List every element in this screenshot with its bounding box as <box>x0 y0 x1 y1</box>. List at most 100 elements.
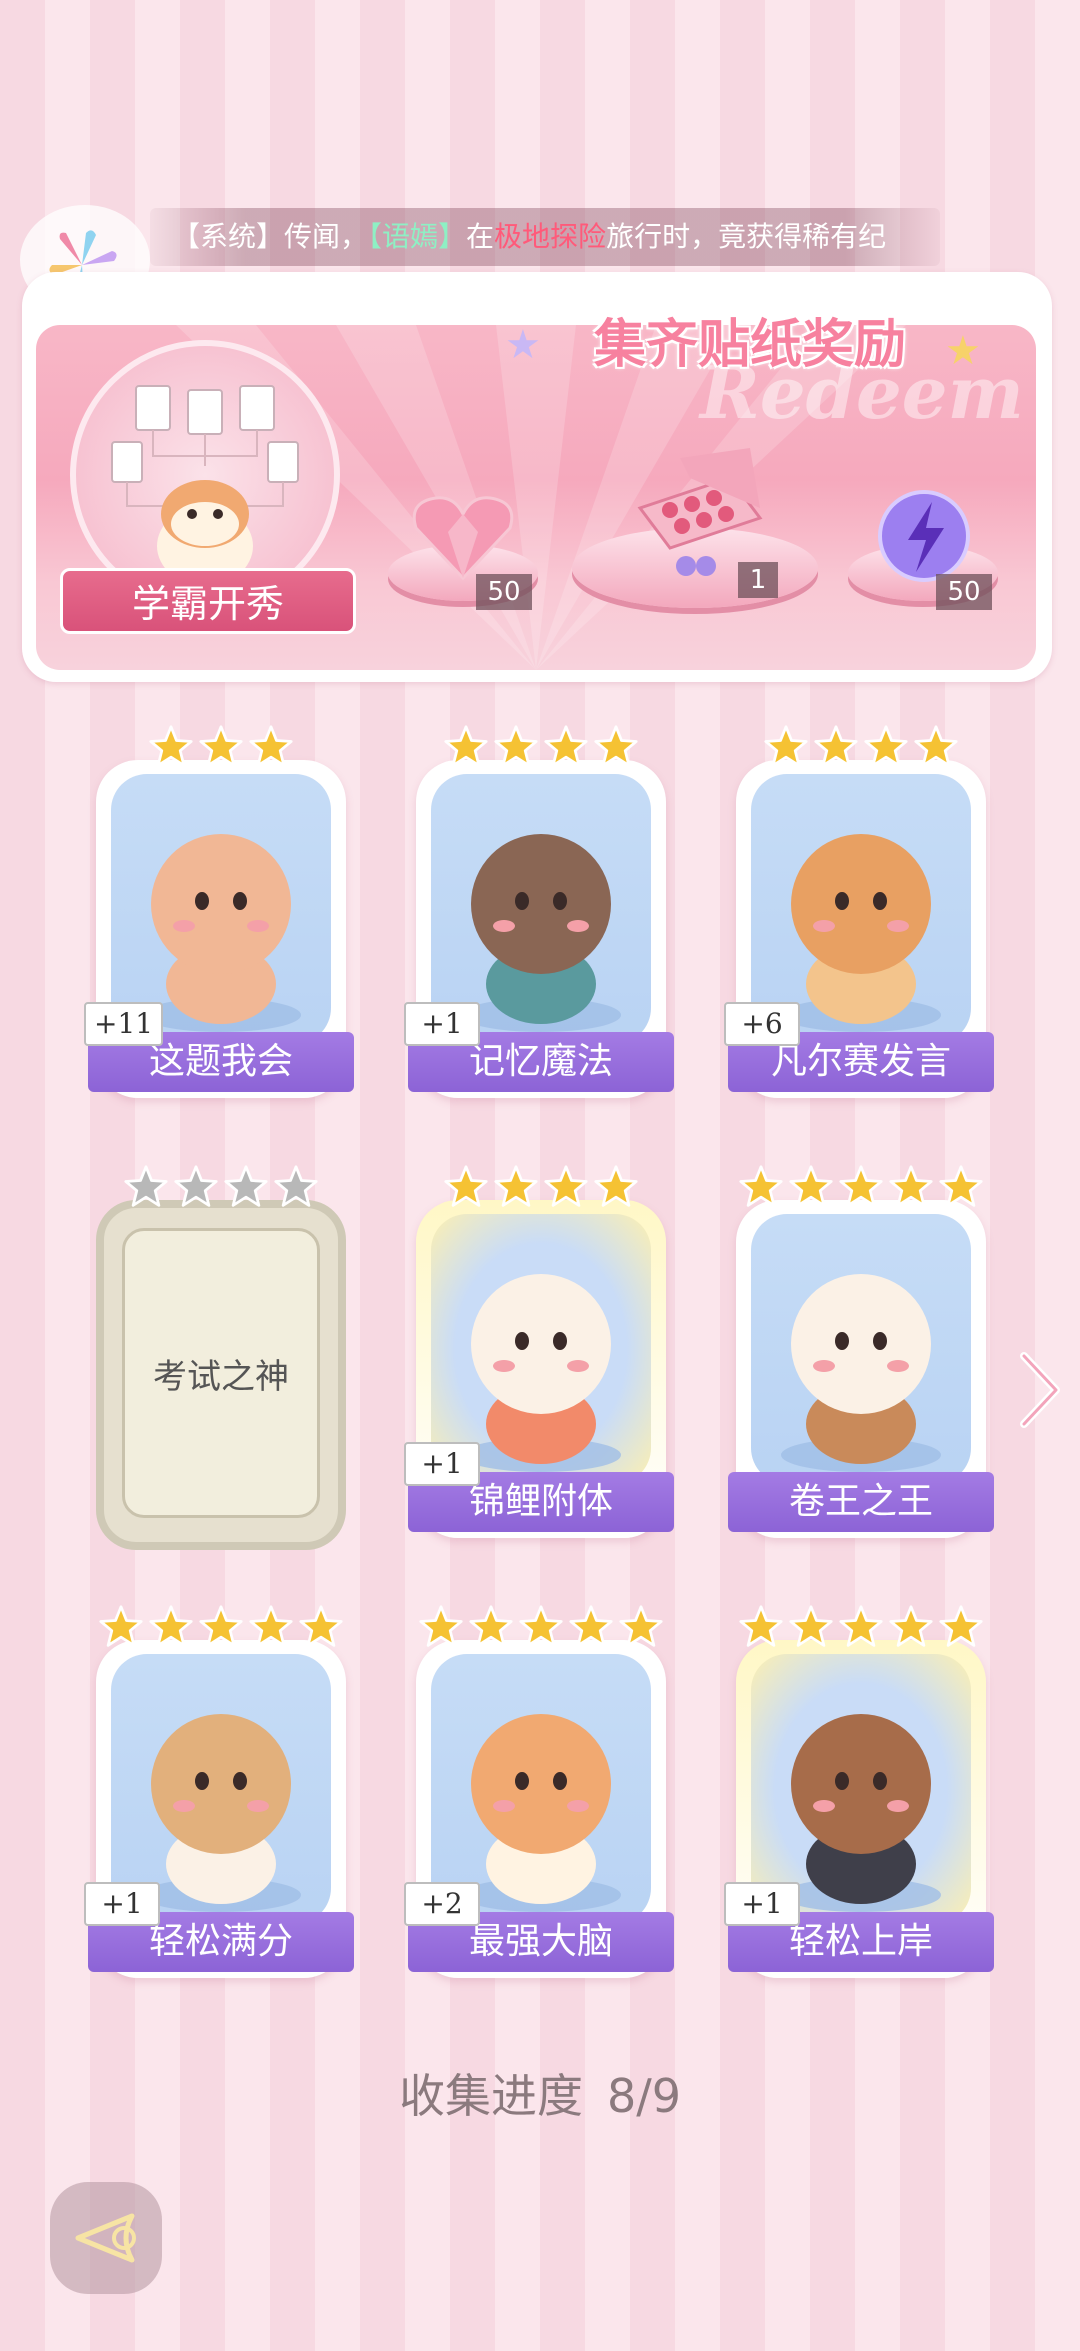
locked-sticker-card[interactable]: 考试之神 <box>96 1200 346 1550</box>
sticker-label: 卷王之王 <box>728 1472 994 1532</box>
sticker-count-badge: +1 <box>84 1882 160 1926</box>
sticker-card-frame: 最强大脑 +2 <box>404 1640 674 1978</box>
star-icon <box>888 1604 934 1650</box>
back-button[interactable] <box>50 2182 162 2294</box>
banner-title: 集齐贴纸奖励 <box>593 315 906 375</box>
character-blush <box>887 1800 909 1812</box>
character-head <box>471 1274 611 1414</box>
star-icon <box>173 1164 219 1210</box>
ticker-prefix: 【系统】传闻， <box>172 220 369 253</box>
character-blush <box>813 1360 835 1372</box>
character-eye <box>835 892 849 910</box>
sticker-count-badge: +11 <box>84 1002 164 1046</box>
ticker-mid: 在 <box>466 220 495 253</box>
ticker-suffix: 旅行时，竟获得稀有纪 <box>606 220 887 253</box>
star-icon <box>788 1164 834 1210</box>
star-rating <box>416 1604 666 1654</box>
character-eye <box>873 892 887 910</box>
star-icon <box>273 1164 319 1210</box>
character-head <box>791 1714 931 1854</box>
character-blush <box>493 920 515 932</box>
character-blush <box>247 920 269 932</box>
character-eye <box>835 1332 849 1350</box>
reward-count: 1 <box>738 562 778 598</box>
character-eye <box>873 1332 887 1350</box>
star-rating <box>736 1604 986 1654</box>
star-icon <box>813 724 859 770</box>
ticker-user: 【语嫣】 <box>368 220 467 253</box>
star-icon <box>863 724 909 770</box>
character-eye <box>515 1772 529 1790</box>
sticker-card[interactable]: 最强大脑 +2 <box>404 1605 674 1978</box>
character-head <box>791 1274 931 1414</box>
star-rating <box>736 724 986 774</box>
sticker-card[interactable]: 这题我会 +11 <box>84 725 354 1098</box>
character-eye <box>195 1772 209 1790</box>
character-eye <box>553 1332 567 1350</box>
gift-box-icon[interactable] <box>620 448 770 578</box>
star-icon <box>938 1164 984 1210</box>
character-head <box>471 834 611 974</box>
star-rating <box>416 724 666 774</box>
system-broadcast-ticker: 【系统】传闻，【语嫣】在极地探险旅行时，竟获得稀有纪 <box>150 208 940 266</box>
star-icon <box>593 1164 639 1210</box>
star-icon <box>98 1604 144 1650</box>
character-blush <box>567 1360 589 1372</box>
progress-value: 8/9 <box>606 2069 682 2123</box>
character-eye <box>195 892 209 910</box>
character-head <box>151 834 291 974</box>
sticker-card[interactable]: 卷王之王 <box>728 1165 994 1538</box>
star-icon <box>763 724 809 770</box>
star-icon <box>248 724 294 770</box>
sticker-label: 考试之神 <box>122 1228 320 1518</box>
sticker-count-badge: +6 <box>724 1002 800 1046</box>
sticker-card-frame: 凡尔赛发言 +6 <box>724 760 994 1098</box>
star-icon <box>738 1604 784 1650</box>
character-eye <box>515 892 529 910</box>
sticker-count-badge: +2 <box>404 1882 480 1926</box>
star-icon <box>493 1164 539 1210</box>
star-icon <box>148 1604 194 1650</box>
character-head <box>151 1714 291 1854</box>
sticker-card[interactable]: 记忆魔法 +1 <box>404 725 674 1098</box>
character-eye <box>515 1332 529 1350</box>
star-rating <box>96 1604 346 1654</box>
star-icon <box>938 1604 984 1650</box>
character-blush <box>247 1800 269 1812</box>
star-icon <box>838 1604 884 1650</box>
star-icon <box>223 1164 269 1210</box>
sticker-card[interactable]: 凡尔赛发言 +6 <box>724 725 994 1098</box>
reward-count: 50 <box>476 574 532 610</box>
sparkle-star-icon: ★ <box>505 322 541 368</box>
star-icon <box>248 1604 294 1650</box>
star-icon <box>418 1604 464 1650</box>
character-blush <box>887 1360 909 1372</box>
sticker-card[interactable]: 轻松满分 +1 <box>84 1605 354 1978</box>
reward-count: 50 <box>936 574 992 610</box>
star-icon <box>543 1164 589 1210</box>
star-icon <box>493 724 539 770</box>
sticker-card-frame: 轻松满分 +1 <box>84 1640 354 1978</box>
character-blush <box>567 920 589 932</box>
star-icon <box>468 1604 514 1650</box>
character-eye <box>233 892 247 910</box>
badge-title: 学霸开秀 <box>60 568 356 634</box>
sticker-card[interactable]: 锦鲤附体 +1 <box>404 1165 674 1538</box>
sticker-card[interactable]: 轻松上岸 +1 <box>724 1605 994 1978</box>
star-icon <box>593 724 639 770</box>
star-rating <box>96 724 346 774</box>
star-icon <box>518 1604 564 1650</box>
progress-label: 收集进度 <box>398 2069 583 2123</box>
character-eye <box>553 1772 567 1790</box>
next-page-arrow-icon[interactable] <box>1016 1350 1064 1430</box>
character-eye <box>233 1772 247 1790</box>
purple-energy-orb-icon[interactable] <box>872 488 976 584</box>
sticker-card[interactable]: 考试之神 <box>96 1165 346 1550</box>
star-icon <box>618 1604 664 1650</box>
sparkle-star-icon: ★ <box>945 328 981 374</box>
star-icon <box>123 1164 169 1210</box>
collection-progress: 收集进度 8/9 <box>0 2060 1080 2126</box>
pink-heart-gem-icon[interactable] <box>408 492 518 582</box>
star-icon <box>838 1164 884 1210</box>
star-icon <box>198 1604 244 1650</box>
